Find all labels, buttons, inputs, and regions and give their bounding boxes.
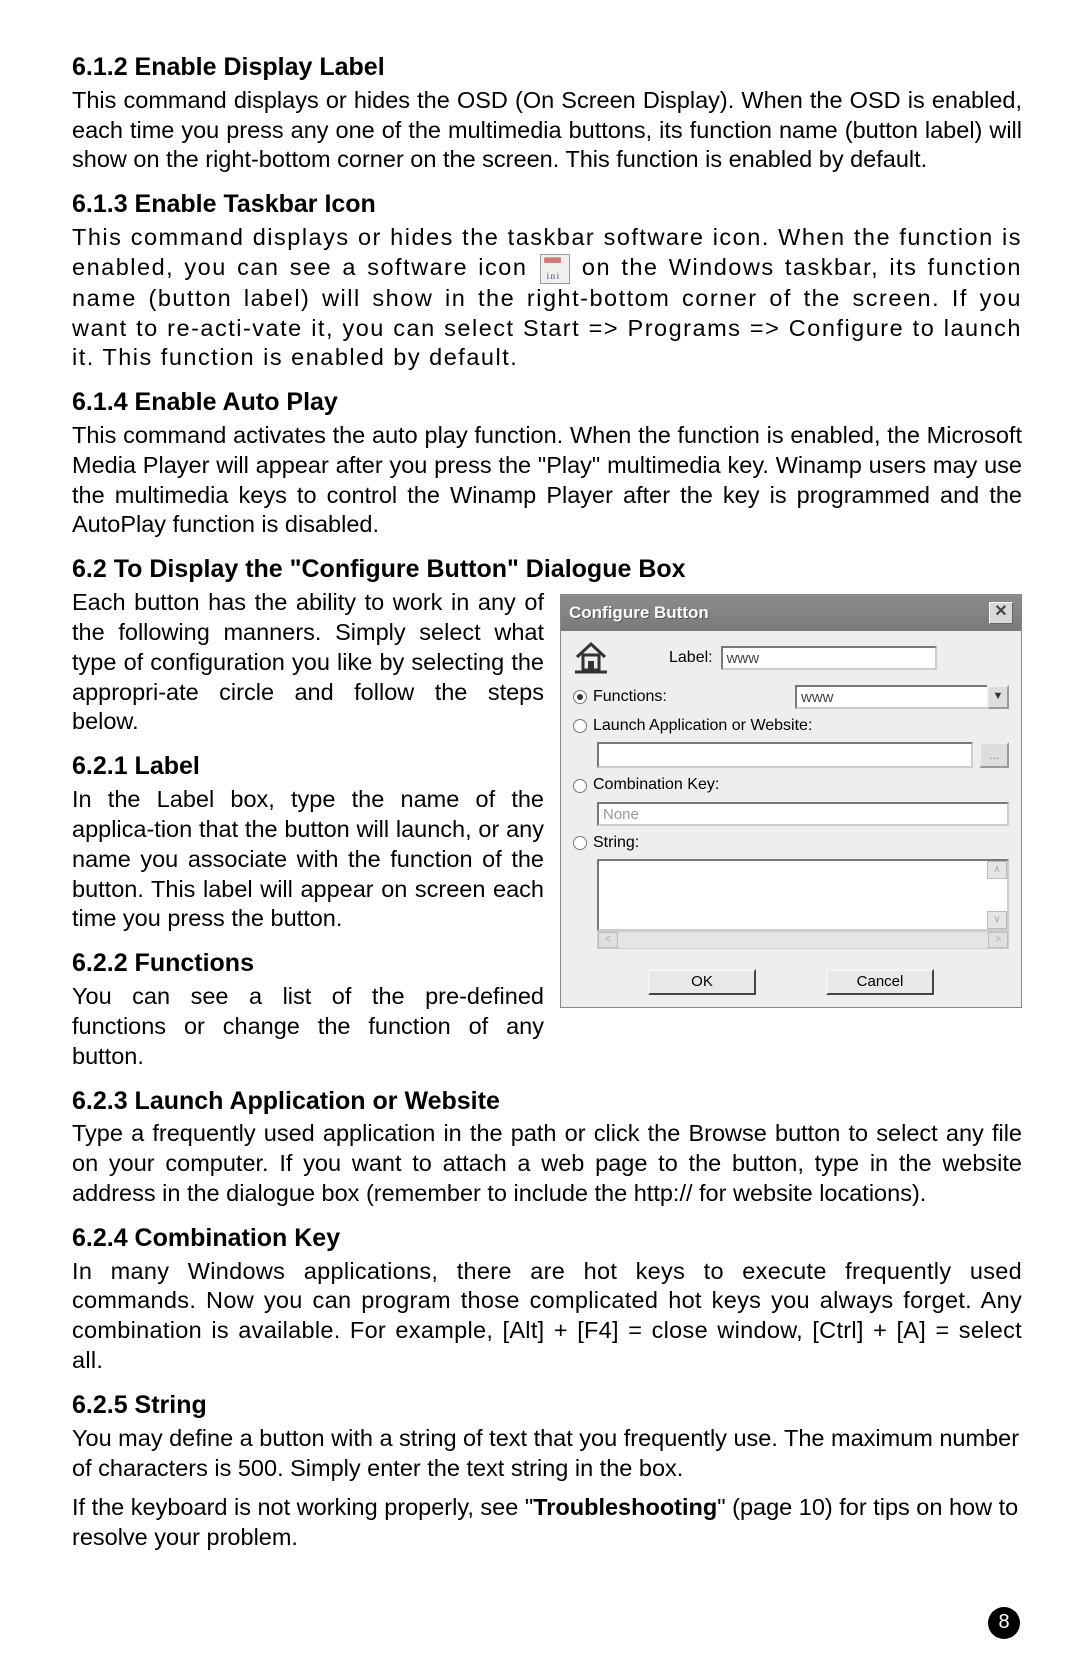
launch-radio[interactable]: [573, 719, 587, 733]
functions-value: www: [795, 685, 987, 709]
body-6-1-3: This command displays or hides the taskb…: [72, 223, 1022, 373]
home-icon: [573, 641, 609, 675]
taskbar-software-icon: [540, 254, 570, 284]
string-label: String:: [593, 833, 639, 853]
dialog-titlebar: Configure Button ✕: [561, 595, 1021, 631]
scroll-left-icon[interactable]: <: [598, 932, 618, 948]
launch-path-input[interactable]: [597, 742, 973, 768]
heading-6-1-4: 6.1.4 Enable Auto Play: [72, 387, 1022, 419]
browse-button[interactable]: ...: [979, 742, 1009, 768]
body-6-2-5-b: If the keyboard is not working properly,…: [72, 1493, 1022, 1553]
cancel-button[interactable]: Cancel: [826, 969, 934, 995]
ok-button[interactable]: OK: [648, 969, 756, 995]
string-radio[interactable]: [573, 836, 587, 850]
configure-button-dialog: Configure Button ✕ Label: www: [560, 594, 1022, 1008]
heading-6-2-5: 6.2.5 String: [72, 1390, 1022, 1422]
body-6-1-4: This command activates the auto play fun…: [72, 421, 1022, 540]
heading-6-2: 6.2 To Display the "Configure Button" Di…: [72, 554, 1022, 586]
heading-6-2-4: 6.2.4 Combination Key: [72, 1223, 1022, 1255]
functions-radio[interactable]: [573, 690, 587, 704]
scroll-up-icon[interactable]: ∧: [987, 861, 1007, 879]
functions-label: Functions:: [593, 687, 667, 707]
combination-value[interactable]: None: [597, 802, 1009, 826]
chevron-down-icon[interactable]: ▼: [987, 685, 1009, 709]
functions-dropdown[interactable]: www ▼: [795, 685, 1009, 709]
body-6-1-2: This command displays or hides the OSD (…: [72, 86, 1022, 176]
string-textarea[interactable]: ∧ ∨: [597, 859, 1009, 931]
troubleshoot-bold: Troubleshooting: [533, 1494, 717, 1520]
launch-label: Launch Application or Website:: [593, 716, 812, 736]
heading-6-1-2: 6.1.2 Enable Display Label: [72, 52, 1022, 84]
combination-radio[interactable]: [573, 779, 587, 793]
label-input[interactable]: www: [721, 646, 937, 670]
body-6-2-4: In many Windows applications, there are …: [72, 1257, 1022, 1376]
close-icon[interactable]: ✕: [989, 602, 1013, 624]
heading-6-1-3: 6.1.3 Enable Taskbar Icon: [72, 189, 1022, 221]
body-6-2-3: Type a frequently used application in th…: [72, 1119, 1022, 1209]
heading-6-2-3: 6.2.3 Launch Application or Website: [72, 1086, 1022, 1118]
scroll-right-icon[interactable]: >: [988, 932, 1008, 948]
dialog-title: Configure Button: [569, 602, 709, 624]
scroll-down-icon[interactable]: ∨: [987, 911, 1007, 929]
body-6-2-5-a: You may define a button with a string of…: [72, 1424, 1022, 1484]
combination-label: Combination Key:: [593, 775, 719, 795]
label-label: Label:: [669, 648, 713, 668]
page-number-badge: 8: [988, 1607, 1020, 1639]
troubleshoot-pre: If the keyboard is not working properly,…: [72, 1494, 533, 1520]
horizontal-scrollbar[interactable]: < >: [597, 931, 1009, 949]
